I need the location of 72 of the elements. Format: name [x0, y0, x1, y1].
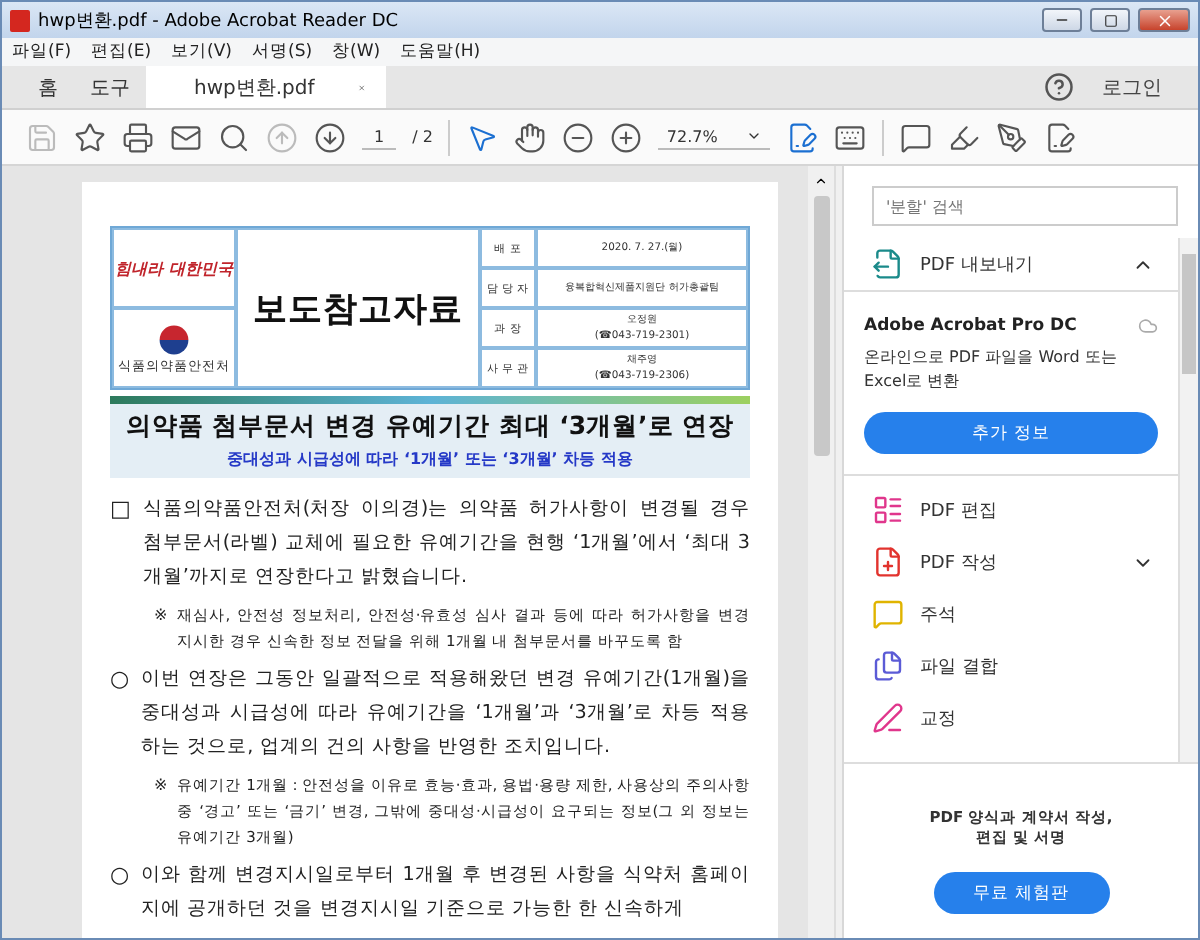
menu-item[interactable]: 편집(E): [91, 40, 152, 64]
tool-item[interactable]: 주석: [844, 588, 1178, 640]
pointer-icon[interactable]: [466, 121, 499, 153]
emblem-icon: [156, 321, 192, 357]
pdf-icon: [10, 9, 30, 31]
maximize-icon: [1103, 13, 1117, 27]
comment-icon: [872, 598, 904, 630]
help-icon[interactable]: [1044, 72, 1074, 102]
pen-tool-icon[interactable]: [995, 121, 1028, 153]
slogan: 힘내라 대한민국: [115, 257, 233, 279]
tab[interactable]: 도구: [74, 66, 146, 108]
bullet-marker: ○: [110, 664, 130, 696]
page-total: / 2: [412, 128, 433, 146]
files-icon: [872, 650, 904, 682]
star-icon[interactable]: [74, 121, 106, 153]
menu-item[interactable]: 서명(S): [252, 40, 313, 64]
sign-icon[interactable]: [1043, 121, 1076, 153]
minimize-button[interactable]: [1042, 8, 1082, 32]
tool-item[interactable]: 파일 결합: [844, 640, 1178, 692]
paragraph: 식품의약품안전처(처장 이의경)는 의약품 허가사항이 변경될 경우 첨부문서(라벨) 교체에 필요한 유예기간을 현행 ‘1개월’에서 ‘최대 3개월’까지로 연장한다고 밝혔습니다.: [142, 496, 750, 592]
login-link[interactable]: 로그인: [1102, 73, 1162, 101]
scroll-up-icon[interactable]: [814, 174, 828, 188]
tab[interactable]: 홈: [22, 66, 74, 108]
hand-icon[interactable]: [514, 121, 547, 153]
printer-icon[interactable]: [122, 121, 154, 153]
chevron-down-icon: [745, 128, 762, 144]
scroll-thumb[interactable]: [813, 196, 829, 456]
tool-item[interactable]: PDF 작성: [844, 536, 1178, 588]
document-title: 보도참고자료: [253, 287, 463, 331]
paragraph: 이와 함께 변경지시일로부터 1개월 후 변경된 사항을 식약처 홈페이지에 공개하던 것을 변경지시일 기준으로 가능한 한 신속하게: [141, 862, 750, 924]
scrollbar[interactable]: [808, 166, 836, 938]
zoom-in-icon[interactable]: [610, 121, 643, 153]
tool-item[interactable]: PDF 편집: [844, 484, 1178, 536]
tab[interactable]: hwp변환.pdf: [146, 66, 386, 108]
file-export-icon: [872, 248, 904, 280]
paragraph: 이번 연장은 그동안 일괄적으로 적용해왔던 변경 유예기간(1개월)을 중대성과 시급성에 따라 유예기간을 ‘1개월’과 ‘3개월’로 차등 적용하는 것으로, 업계의 건의 사항을 반영한 조치입니다.: [141, 666, 750, 762]
promo-text: 온라인으로 PDF 파일을 Word 또는 Excel로 변환: [864, 346, 1119, 394]
search-icon[interactable]: [218, 121, 250, 153]
promo-title: Adobe Acrobat Pro DC: [864, 316, 1077, 336]
more-info-button[interactable]: 추가 정보: [864, 412, 1158, 454]
pen-icon: [872, 702, 904, 734]
maximize-button[interactable]: [1090, 8, 1130, 32]
subheadline: 중대성과 시급성에 따라 ‘1개월’ 또는 ‘3개월’ 차등 적용: [227, 448, 633, 470]
bullet-marker: □: [110, 494, 131, 526]
mail-icon[interactable]: [170, 121, 202, 153]
close-button[interactable]: [1138, 8, 1190, 32]
menu-item[interactable]: 도움말(H): [400, 40, 481, 64]
zoom-out-icon[interactable]: [562, 121, 595, 153]
panel-scrollbar[interactable]: [1178, 238, 1198, 762]
menu-item[interactable]: 창(W): [332, 40, 381, 64]
window-title: hwp변환.pdf - Adobe Acrobat Reader DC: [38, 9, 401, 33]
tool-item[interactable]: 교정: [844, 692, 1178, 744]
scroll-thumb[interactable]: [1182, 254, 1196, 374]
tool-item[interactable]: PDF 내보내기: [844, 238, 1178, 290]
bullet-marker: ※: [154, 604, 168, 628]
menu-item[interactable]: 보기(V): [171, 40, 232, 64]
keyboard-icon[interactable]: [833, 121, 866, 153]
highlighter-icon[interactable]: [947, 121, 980, 153]
file-plus-icon: [872, 546, 904, 578]
search-field[interactable]: '분할' 검색: [872, 186, 1178, 226]
free-trial-button[interactable]: 무료 체험판: [933, 872, 1109, 914]
comment-icon[interactable]: [899, 121, 932, 153]
headline: 의약품 첨부문서 변경 유예기간 최대 ‘3개월’로 연장: [125, 410, 735, 444]
bullet-marker: ※: [154, 774, 168, 798]
cloud-icon: [1138, 316, 1158, 336]
layout-edit-icon: [872, 494, 904, 526]
menu-item[interactable]: 파일(F): [12, 40, 72, 64]
close-icon: [1155, 11, 1173, 29]
bullet-marker: ○: [110, 860, 130, 892]
page-number-field[interactable]: 1: [362, 125, 397, 149]
arrow-down-icon[interactable]: [314, 121, 346, 153]
zoom-field[interactable]: 72.7%: [658, 125, 770, 149]
